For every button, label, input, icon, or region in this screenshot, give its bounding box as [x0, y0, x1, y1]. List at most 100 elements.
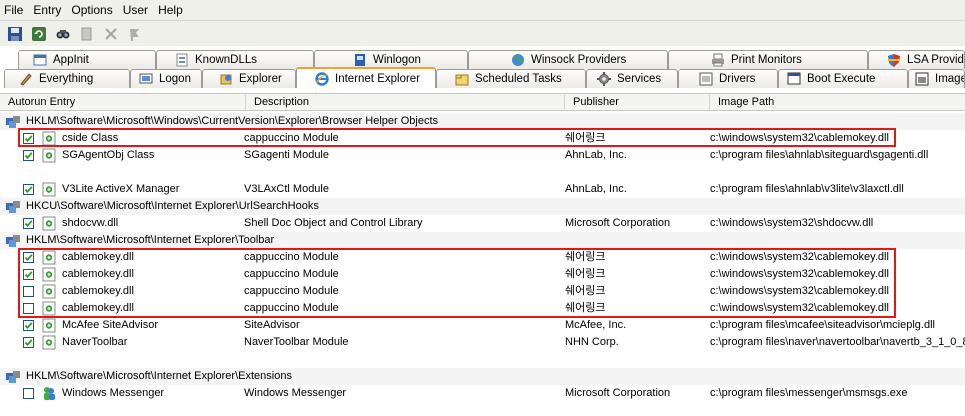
autorun-row[interactable]: V3Lite ActiveX Manager V3LAxCtl Module Ahn… — [0, 181, 965, 198]
entry-description: Windows Messenger — [244, 387, 347, 399]
entry-name: cablemokey.dll — [62, 302, 134, 314]
entry-image-path: c:\windows\system32\cablemokey.dll — [710, 268, 889, 280]
entry-description: NaverToolbar Module — [244, 336, 349, 348]
copy-icon[interactable] — [78, 25, 96, 43]
explorer-icon — [219, 72, 233, 86]
enable-checkbox[interactable] — [23, 320, 34, 331]
registry-key-icon — [5, 370, 21, 384]
autorun-row[interactable]: cablemokey.dll cappuccino Module 쉐어링크 c:\wi… — [0, 249, 965, 266]
column-image-path[interactable]: Image Path — [710, 94, 965, 110]
autorun-row[interactable]: NaverToolbar NaverToolbar Module NHN Corp.… — [0, 334, 965, 351]
appinit-icon — [33, 53, 47, 67]
enable-checkbox[interactable] — [23, 133, 34, 144]
dll-file-icon — [42, 284, 56, 299]
tab-internet-explorer[interactable]: Internet Explorer — [296, 67, 436, 88]
dll-file-icon — [42, 216, 56, 231]
entry-image-path: c:\program files\ahnlab\siteguard\sgagen… — [710, 149, 929, 161]
entry-name: Windows Messenger — [62, 387, 165, 399]
tab-logon[interactable]: Logon — [130, 69, 202, 88]
internet-explorer-icon — [315, 71, 329, 86]
tabs-row-2: Everything Logon Explorer Internet Explo… — [0, 67, 965, 89]
entry-description: cappuccino Module — [244, 251, 339, 263]
menu-help[interactable]: Help — [154, 0, 189, 20]
registry-key-path: HKLM\Software\Microsoft\Windows\CurrentV… — [26, 115, 439, 127]
enable-checkbox[interactable] — [23, 252, 34, 263]
tab-boot-execute[interactable]: Boot Execute — [778, 69, 908, 88]
registry-key-row[interactable]: HKLM\Software\Microsoft\Internet Explore… — [0, 368, 965, 385]
logon-icon — [139, 72, 153, 86]
entry-publisher: 쉐어링크 — [565, 285, 606, 297]
entry-publisher: 쉐어링크 — [565, 132, 606, 144]
column-publisher[interactable]: Publisher — [565, 94, 710, 110]
entry-name: SGAgentObj Class — [62, 149, 155, 161]
enable-checkbox[interactable] — [23, 184, 34, 195]
enable-checkbox[interactable] — [23, 218, 34, 229]
find-icon[interactable] — [54, 25, 72, 43]
entry-image-path: c:\program files\ahnlab\v3lite\v3laxctl.… — [710, 183, 904, 195]
delete-icon[interactable] — [102, 25, 120, 43]
registry-key-row[interactable]: HKLM\Software\Microsoft\Internet Explore… — [0, 232, 965, 249]
registry-key-icon — [5, 200, 21, 214]
autorun-row[interactable]: Windows Messenger Windows Messenger Micros… — [0, 385, 965, 402]
tab-print-monitors[interactable]: Print Monitors — [668, 50, 868, 69]
tabs-row-1: AppInit KnownDLLs Winlogon Winsock Provi… — [0, 50, 965, 70]
autorun-row[interactable]: shdocvw.dll Shell Doc Object and Control … — [0, 215, 965, 232]
entry-image-path: c:\windows\system32\shdocvw.dll — [710, 217, 874, 229]
registry-key-row[interactable]: HKLM\Software\Microsoft\Windows\CurrentV… — [0, 113, 965, 130]
entry-image-path: c:\windows\system32\cablemokey.dll — [710, 132, 889, 144]
entry-name: shdocvw.dll — [62, 217, 119, 229]
jump-icon[interactable] — [126, 25, 144, 43]
save-icon[interactable] — [6, 25, 24, 43]
entry-name: NaverToolbar — [62, 336, 128, 348]
enable-checkbox[interactable] — [23, 303, 34, 314]
dll-file-icon — [42, 148, 56, 163]
entry-description: SGagenti Module — [244, 149, 329, 161]
entry-publisher: 쉐어링크 — [565, 268, 606, 280]
entry-image-path: c:\windows\system32\cablemokey.dll — [710, 302, 889, 314]
enable-checkbox[interactable] — [23, 286, 34, 297]
registry-key-row[interactable]: HKCU\Software\Microsoft\Internet Explore… — [0, 198, 965, 215]
autorun-row[interactable]: cablemokey.dll cappuccino Module 쉐어링크 c:\wi… — [0, 300, 965, 317]
menu-user[interactable]: User — [119, 0, 154, 20]
entry-publisher: AhnLab, Inc. — [565, 183, 627, 195]
column-autorun-entry[interactable]: Autorun Entry — [0, 94, 246, 110]
tab-lsa-providers[interactable]: LSA Provide — [868, 50, 965, 69]
tab-explorer[interactable]: Explorer — [202, 69, 296, 88]
tab-knowndlls[interactable]: KnownDLLs — [156, 50, 314, 69]
autorun-row[interactable]: SGAgentObj Class SGagenti Module AhnLab, I… — [0, 147, 965, 164]
autorun-row[interactable]: cside Class cappuccino Module 쉐어링크 c:\windo… — [0, 130, 965, 147]
entry-publisher: NHN Corp. — [565, 336, 619, 348]
entry-image-path: c:\program files\messenger\msmsgs.exe — [710, 387, 908, 399]
autorun-row[interactable]: McAfee SiteAdvisor SiteAdvisor McAfee, Inc… — [0, 317, 965, 334]
tab-appinit[interactable]: AppInit — [18, 50, 156, 69]
dll-file-icon — [42, 182, 56, 197]
toolbar — [0, 21, 965, 46]
tab-scheduled-tasks[interactable]: Scheduled Tasks — [436, 69, 586, 88]
messenger-icon — [42, 386, 56, 401]
menu-entry[interactable]: Entry — [29, 0, 67, 20]
enable-checkbox[interactable] — [23, 269, 34, 280]
registry-key-path: HKCU\Software\Microsoft\Internet Explore… — [26, 200, 319, 212]
winlogon-icon — [353, 53, 367, 67]
tab-drivers[interactable]: Drivers — [678, 69, 778, 88]
dll-file-icon — [42, 301, 56, 316]
tab-winsock-providers[interactable]: Winsock Providers — [468, 50, 668, 69]
tab-services[interactable]: Services — [586, 69, 678, 88]
enable-checkbox[interactable] — [23, 388, 34, 399]
menu-options[interactable]: Options — [67, 0, 118, 20]
globe-icon — [511, 53, 525, 67]
autorun-row[interactable]: cablemokey.dll cappuccino Module 쉐어링크 c:\wi… — [0, 283, 965, 300]
enable-checkbox[interactable] — [23, 150, 34, 161]
menu-file[interactable]: File — [0, 0, 29, 20]
enable-checkbox[interactable] — [23, 337, 34, 348]
entry-image-path: c:\program files\naver\navertoolbar\nave… — [710, 336, 965, 348]
entry-name: cside Class — [62, 132, 119, 144]
autorun-row[interactable]: cablemokey.dll cappuccino Module 쉐어링크 c:\wi… — [0, 266, 965, 283]
column-description[interactable]: Description — [246, 94, 565, 110]
refresh-icon[interactable] — [30, 25, 48, 43]
tab-image-hijacks[interactable]: Image — [908, 69, 965, 88]
column-header: Autorun Entry Description Publisher Imag… — [0, 93, 965, 111]
tab-everything[interactable]: Everything — [4, 69, 130, 88]
entry-publisher: AhnLab, Inc. — [565, 149, 627, 161]
registry-key-icon — [5, 234, 21, 248]
